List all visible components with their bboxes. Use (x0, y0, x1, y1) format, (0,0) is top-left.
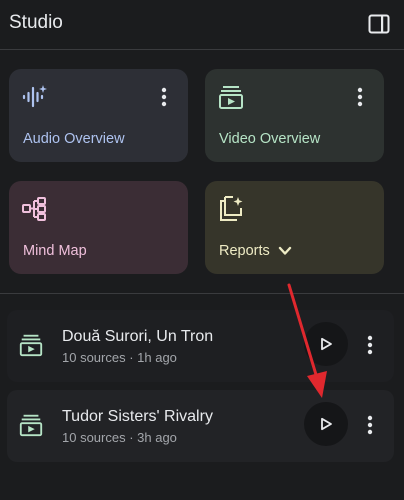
more-vert-icon (161, 87, 167, 107)
reports-card[interactable]: Reports (205, 181, 384, 274)
mind-map-icon (21, 195, 49, 223)
item-more-button[interactable] (360, 332, 380, 358)
play-icon (321, 417, 332, 431)
studio-header: Studio (0, 0, 404, 50)
item-more-button[interactable] (360, 412, 380, 438)
audio-overview-more-button[interactable] (154, 85, 174, 109)
side-panel-toggle-button[interactable] (366, 11, 392, 37)
section-divider (0, 293, 404, 294)
chevron-down-icon[interactable] (277, 243, 293, 259)
reports-label: Reports (219, 243, 270, 259)
video-overview-card[interactable]: Video Overview (205, 69, 384, 162)
list-item[interactable]: Tudor Sisters' Rivalry 10 sources · 3h a… (7, 390, 394, 462)
more-vert-icon (357, 87, 363, 107)
side-panel-icon (368, 14, 390, 34)
play-button[interactable] (304, 402, 348, 446)
audio-overview-card[interactable]: Audio Overview (9, 69, 188, 162)
play-button[interactable] (304, 322, 348, 366)
play-icon (321, 337, 332, 351)
audio-overview-label: Audio Overview (23, 131, 125, 147)
video-slides-icon (19, 334, 43, 357)
more-vert-icon (367, 415, 373, 435)
waveform-sparkle-icon (21, 83, 49, 111)
reports-sparkle-icon (217, 195, 245, 223)
item-meta: 10 sources · 3h ago (62, 430, 177, 445)
video-slides-icon (217, 83, 245, 111)
list-item[interactable]: Două Surori, Un Tron 10 sources · 1h ago (7, 310, 394, 382)
panel-title: Studio (9, 12, 63, 33)
item-title: Tudor Sisters' Rivalry (62, 408, 213, 425)
video-overview-more-button[interactable] (350, 85, 370, 109)
more-vert-icon (367, 335, 373, 355)
mind-map-label: Mind Map (23, 243, 87, 259)
mind-map-card[interactable]: Mind Map (9, 181, 188, 274)
video-overview-label: Video Overview (219, 131, 321, 147)
studio-panel: Studio Audio Overview Video Overview Min… (0, 0, 404, 500)
item-title: Două Surori, Un Tron (62, 328, 214, 345)
item-meta: 10 sources · 1h ago (62, 350, 177, 365)
video-slides-icon (19, 414, 43, 437)
